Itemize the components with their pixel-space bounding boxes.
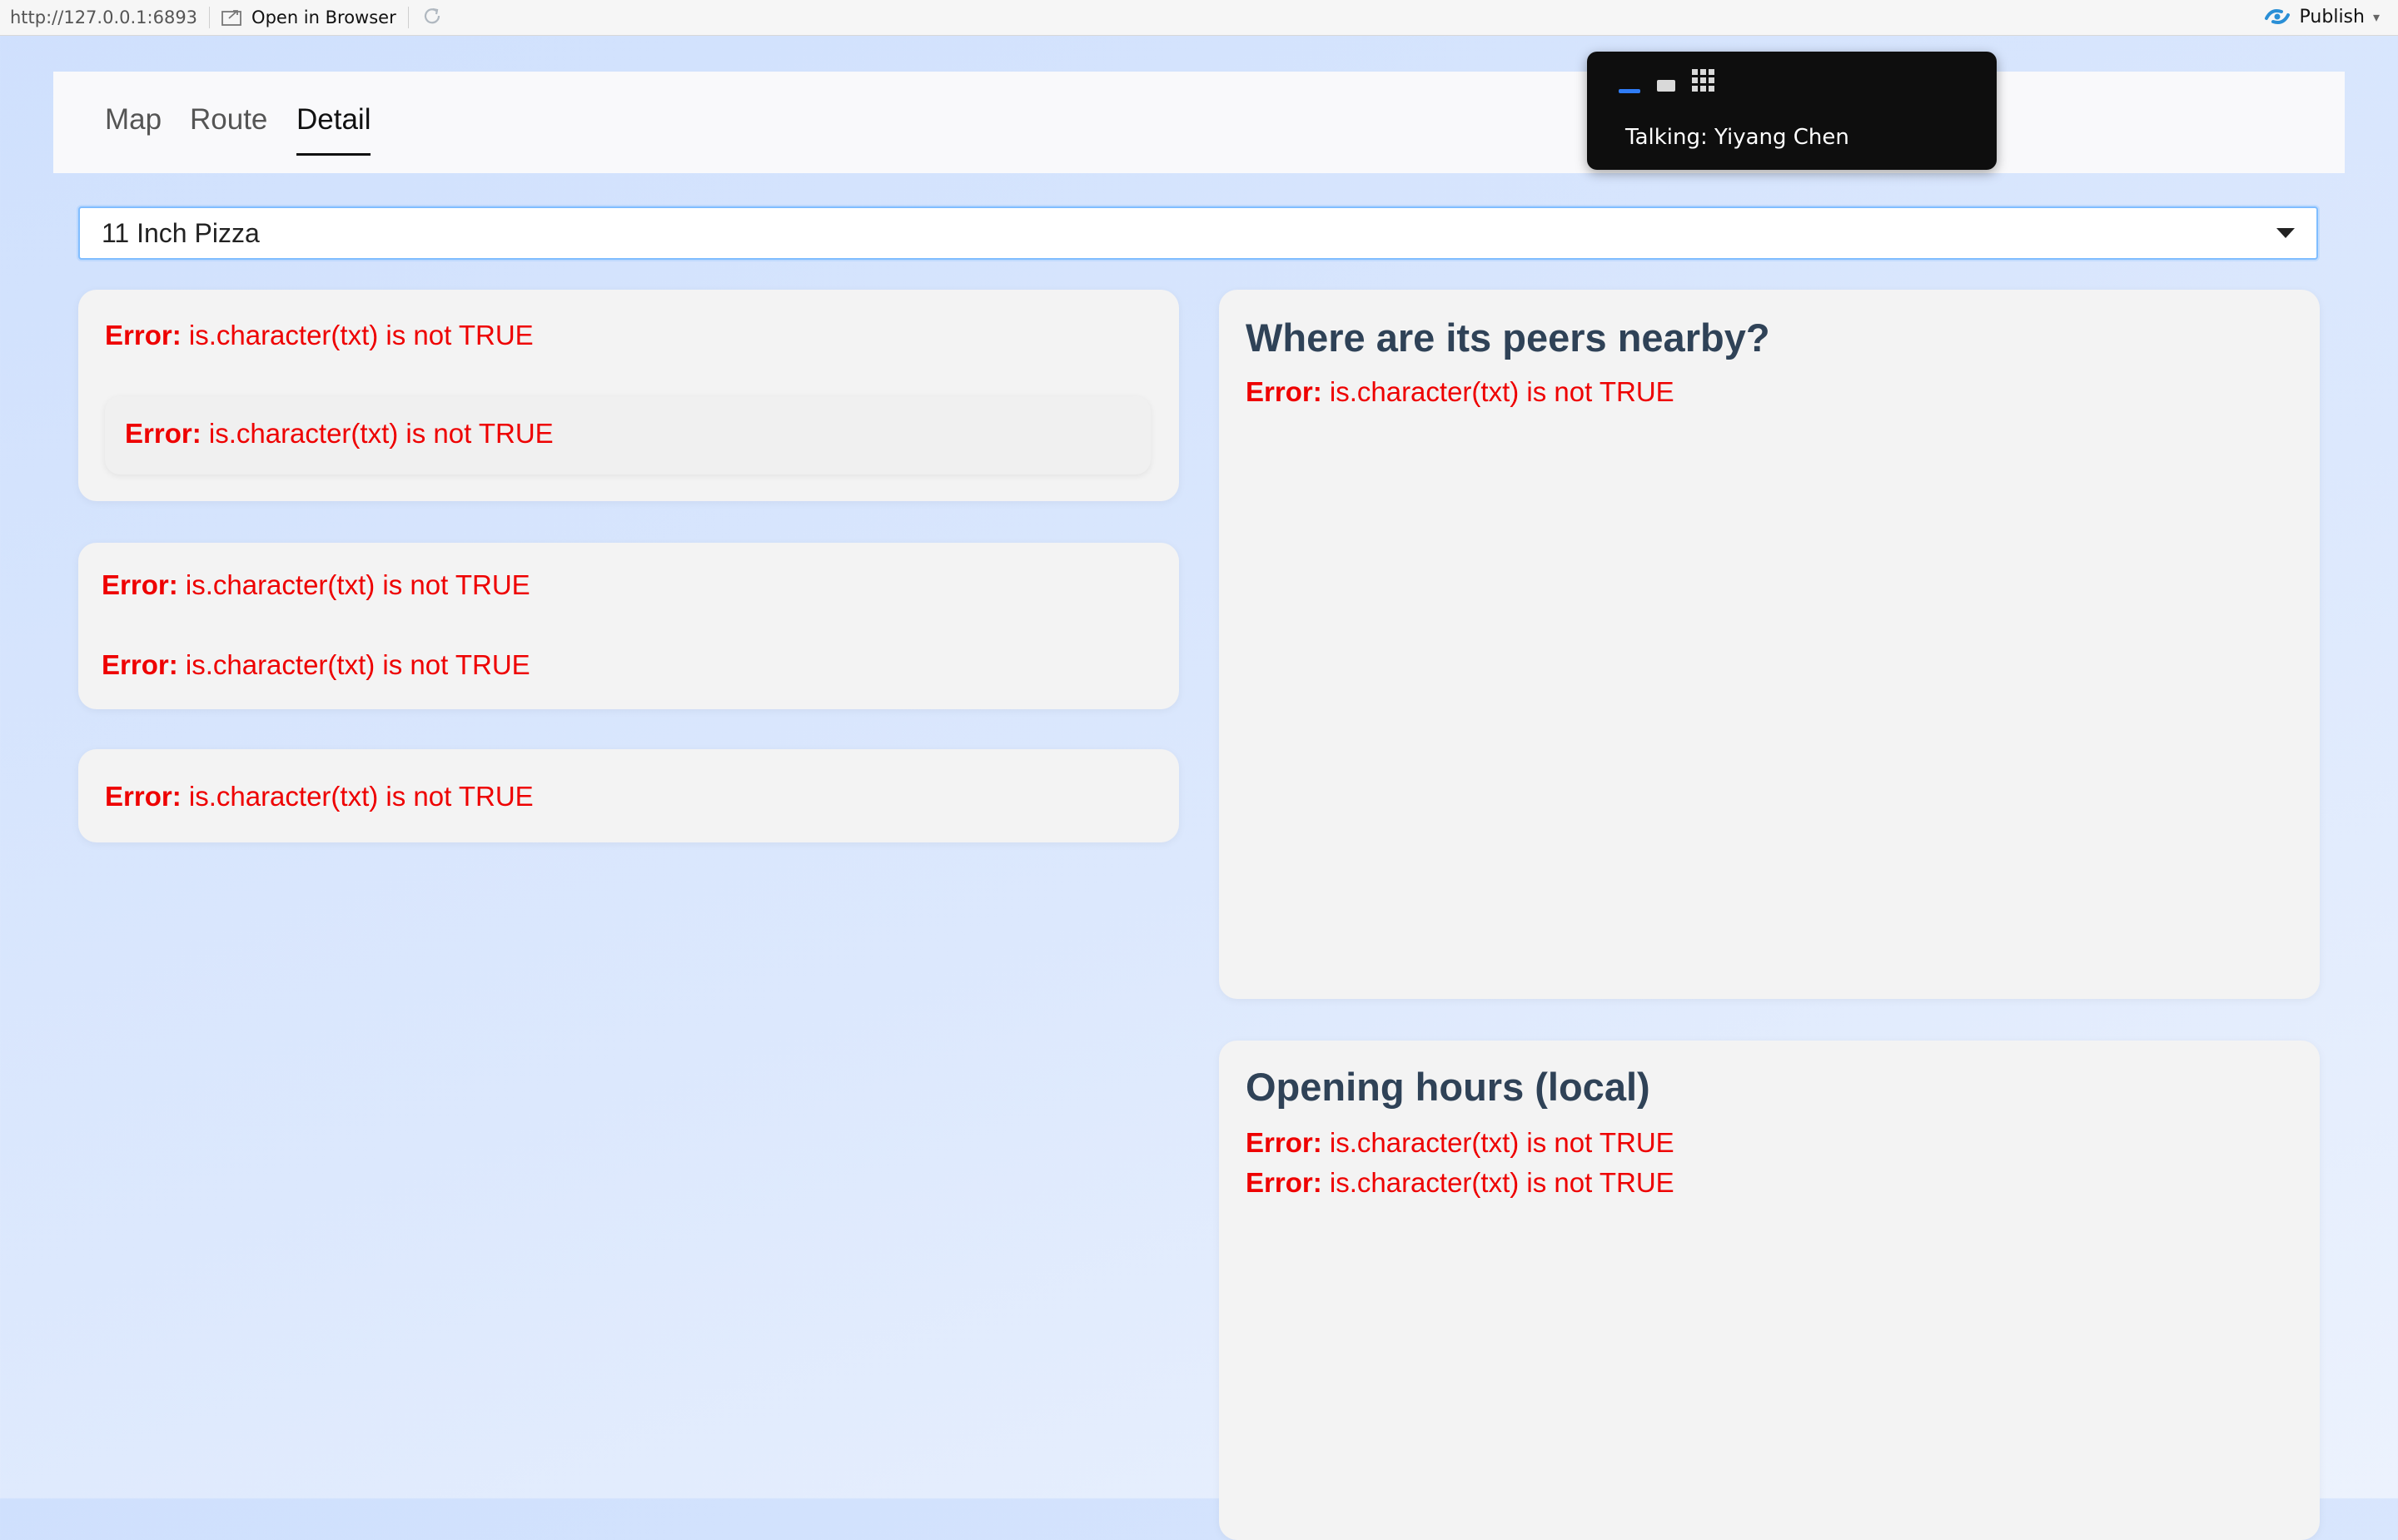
peers-title: Where are its peers nearby? xyxy=(1246,315,1770,360)
navbar: Map Route Detail xyxy=(53,72,2345,173)
minimize-icon[interactable] xyxy=(1619,89,1640,93)
error-message: Error: is.character(txt) is not TRUE xyxy=(1246,1127,1674,1158)
peers-card: Where are its peers nearby? Error: is.ch… xyxy=(1219,290,2320,999)
publish-button[interactable]: Publish ▾ xyxy=(2263,5,2380,28)
error-message: Error: is.character(txt) is not TRUE xyxy=(102,569,530,600)
error-message: Error: is.character(txt) is not TRUE xyxy=(1246,376,1674,407)
error-message: Error: is.character(txt) is not TRUE xyxy=(125,418,554,449)
select-value: 11 Inch Pizza xyxy=(102,217,260,248)
open-browser-icon xyxy=(221,10,241,26)
call-popup: Talking: Yiyang Chen xyxy=(1587,52,1997,170)
opening-hours-title: Opening hours (local) xyxy=(1246,1065,1650,1109)
open-in-browser-label: Open in Browser xyxy=(251,7,396,27)
opening-hours-card: Opening hours (local) Error: is.characte… xyxy=(1219,1041,2320,1540)
toolbar-divider xyxy=(209,7,211,28)
grid-icon[interactable] xyxy=(1692,69,1714,92)
refresh-icon[interactable] xyxy=(420,4,444,32)
tab-map[interactable]: Map xyxy=(105,103,162,153)
publish-dropdown-icon[interactable]: ▾ xyxy=(2373,9,2380,25)
error-message: Error: is.character(txt) is not TRUE xyxy=(102,649,530,680)
url-text[interactable]: http://127.0.0.1:6893 xyxy=(10,7,197,27)
publish-label: Publish xyxy=(2299,6,2365,27)
tab-route[interactable]: Route xyxy=(190,103,267,153)
popup-controls xyxy=(1619,67,1714,95)
talking-status: Talking: Yiyang Chen xyxy=(1625,125,1849,150)
info-card-1: Error: is.character(txt) is not TRUE Err… xyxy=(78,290,1179,501)
info-card-3: Error: is.character(txt) is not TRUE xyxy=(78,749,1179,842)
inner-card: Error: is.character(txt) is not TRUE xyxy=(105,396,1151,474)
restaurant-select[interactable]: 11 Inch Pizza xyxy=(78,206,2318,260)
publish-icon xyxy=(2264,9,2290,24)
viewer-toolbar: http://127.0.0.1:6893 Open in Browser Pu… xyxy=(0,0,2398,36)
error-message: Error: is.character(txt) is not TRUE xyxy=(105,781,534,812)
chevron-down-icon[interactable] xyxy=(2276,228,2295,238)
toolbar-divider xyxy=(407,7,409,28)
tab-detail[interactable]: Detail xyxy=(296,103,371,156)
error-message: Error: is.character(txt) is not TRUE xyxy=(1246,1167,1674,1198)
info-card-2: Error: is.character(txt) is not TRUE Err… xyxy=(78,543,1179,709)
window-icon[interactable] xyxy=(1657,80,1675,92)
open-in-browser-button[interactable]: Open in Browser xyxy=(221,7,396,27)
error-message: Error: is.character(txt) is not TRUE xyxy=(105,320,534,350)
